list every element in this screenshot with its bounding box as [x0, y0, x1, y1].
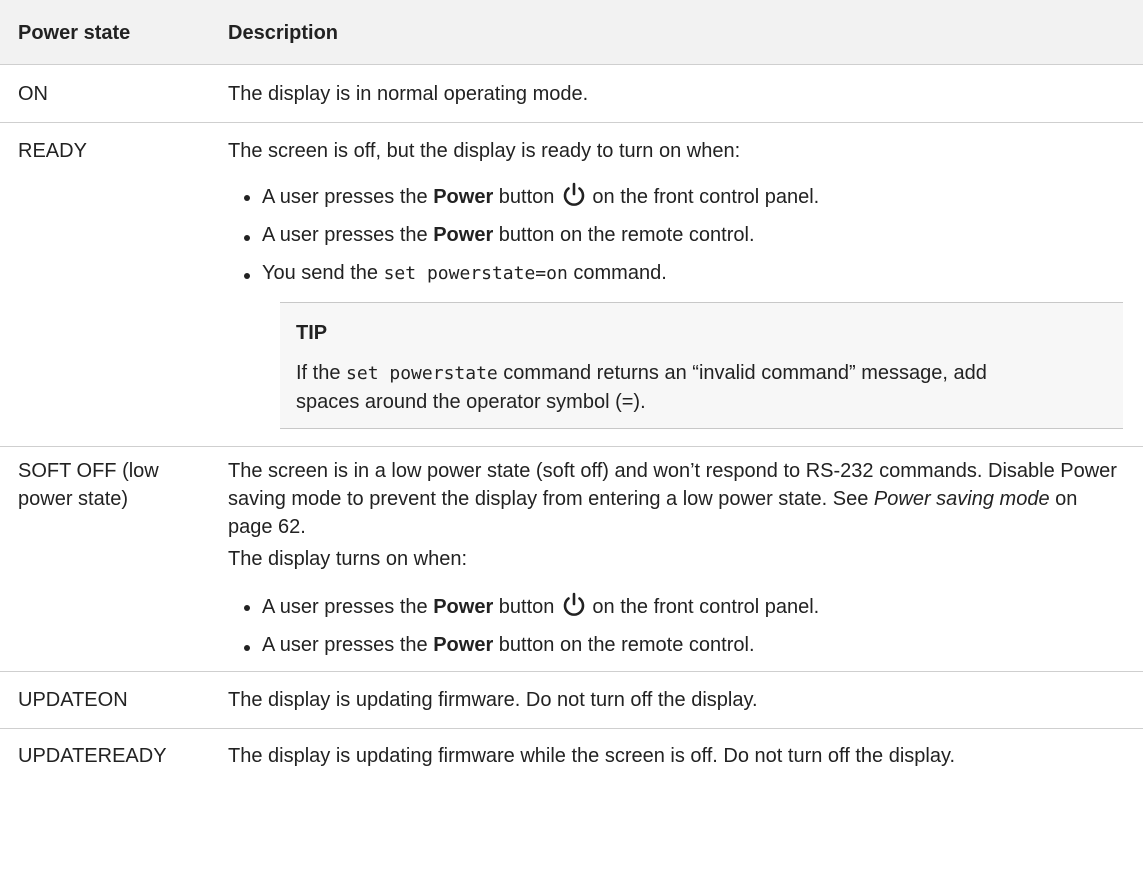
table-row-updateready: UPDATEREADY The display is updating firm…: [0, 729, 1143, 776]
list-item: A user presses the Power button on the fr…: [244, 181, 1123, 211]
tip-text: If the set powerstate command returns an…: [296, 359, 1123, 416]
bullet-text: on the front control panel.: [592, 186, 820, 208]
list-item: You send the set powerstate=on command.: [244, 259, 1123, 288]
power-label: Power: [433, 634, 494, 656]
desc-updateon: The display is updating firmware. Do not…: [228, 689, 758, 711]
power-icon: [560, 591, 588, 619]
table-row-soft-off: SOFT OFF (low power state) The screen is…: [0, 447, 1143, 672]
command-code: set powerstate: [346, 363, 498, 384]
power-state-table: Power state Description ON The display i…: [0, 0, 1143, 776]
bullet-text: A user presses the: [262, 186, 434, 208]
state-updateon: UPDATEON: [18, 689, 128, 711]
state-soft-off: SOFT OFF (low power state): [18, 460, 159, 510]
tip-title: TIP: [296, 322, 328, 344]
list-item: A user presses the Power button on the fr…: [244, 591, 1123, 621]
bullet-text: button: [493, 596, 555, 618]
bullet-text: button on the remote control.: [493, 224, 755, 246]
desc-updateready: The display is updating firmware while t…: [228, 745, 956, 767]
table-row-on: ON The display is in normal operating mo…: [0, 65, 1143, 123]
state-updateready: UPDATEREADY: [18, 745, 167, 767]
header-power-state: Power state: [18, 22, 131, 44]
desc-ready: The screen is off, but the display is re…: [228, 137, 1143, 429]
list-item: A user presses the Power button on the r…: [244, 221, 1123, 249]
table-row-ready: READY The screen is off, but the display…: [0, 123, 1143, 447]
ready-intro: The screen is off, but the display is re…: [228, 140, 741, 162]
bullet-text: button: [493, 186, 555, 208]
desc-on: The display is in normal operating mode.: [228, 82, 589, 105]
header-description: Description: [228, 22, 339, 44]
power-label: Power: [433, 596, 494, 618]
bullet-text: A user presses the: [262, 596, 434, 618]
list-item: A user presses the Power button on the r…: [244, 631, 1123, 659]
tip-text-part: If the: [296, 362, 347, 384]
tip-box: TIP If the set powerstate command return…: [280, 302, 1123, 429]
bullet-text: A user presses the: [262, 634, 434, 656]
state-ready: READY: [18, 140, 87, 162]
bullet-text: button on the remote control.: [493, 634, 755, 656]
bullet-text: You send the: [262, 262, 384, 284]
power-label: Power: [433, 224, 494, 246]
soft-off-turns-on: The display turns on when:: [228, 548, 468, 570]
bullet-text: on the front control panel.: [592, 596, 820, 618]
table-row-updateon: UPDATEON The display is updating firmwar…: [0, 672, 1143, 729]
table-header: Power state Description: [0, 0, 1143, 65]
command-code: set powerstate=on: [383, 263, 568, 284]
state-on: ON: [18, 82, 48, 105]
power-label: Power: [433, 186, 494, 208]
bullet-text: A user presses the: [262, 224, 434, 246]
soft-off-para: The screen is in a low power state (soft…: [228, 457, 1123, 541]
cross-reference: Power saving mode: [873, 488, 1050, 510]
desc-soft-off: The screen is in a low power state (soft…: [228, 457, 1143, 659]
power-icon: [560, 181, 588, 209]
ready-bullets: A user presses the Power button on the fr…: [228, 181, 1123, 288]
soft-off-bullets: A user presses the Power button on the fr…: [228, 591, 1123, 659]
bullet-text: command.: [567, 262, 667, 284]
